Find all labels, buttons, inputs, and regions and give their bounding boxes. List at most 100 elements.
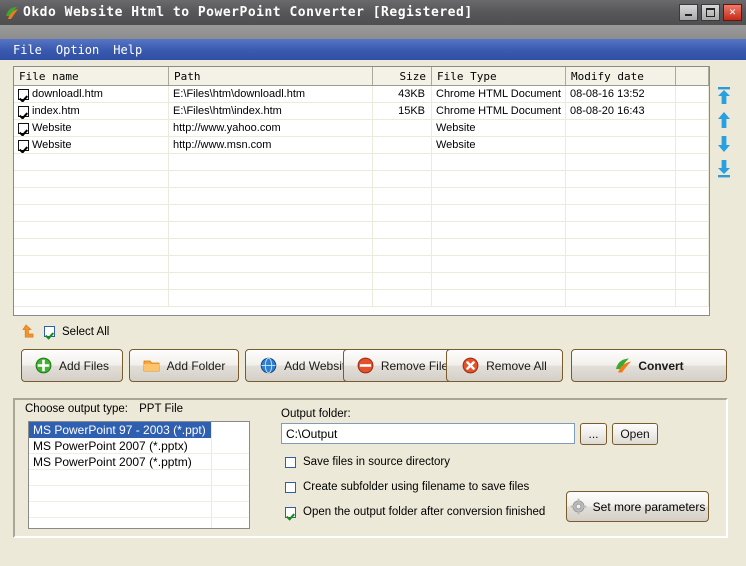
cell-modify-date [566,154,676,170]
table-row-empty[interactable] [14,273,709,290]
order-buttons [713,84,737,180]
cell-modify-date: 08-08-20 16:43 [566,103,676,119]
table-row-empty[interactable] [14,256,709,273]
cell-extra [676,137,709,153]
save-in-source-checkbox[interactable] [285,456,296,468]
open-folder-button[interactable]: Open [612,423,658,445]
table-row-empty[interactable] [14,188,709,205]
remove-file-button[interactable]: Remove File [343,349,462,382]
table-row-empty[interactable] [14,171,709,188]
cell-file-name [14,188,169,204]
option-open-output-row[interactable]: Open the output folder after conversion … [285,506,545,518]
cell-extra [676,256,709,272]
option-save-in-source-row[interactable]: Save files in source directory [285,456,450,468]
cell-file-name-text: Website [32,122,72,134]
output-folder-input[interactable] [281,423,575,444]
column-header-size[interactable]: Size [373,67,432,85]
table-row-empty[interactable] [14,239,709,256]
browse-folder-button[interactable]: ... [580,423,607,445]
cell-path: E:\Files\htm\downloadl.htm [169,86,373,102]
cell-modify-date [566,290,676,306]
red-minus-icon [357,357,374,374]
row-checkbox[interactable] [18,105,29,117]
file-list-body: downloadl.htm E:\Files\htm\downloadl.htm 4… [14,86,709,307]
select-all-label: Select All [62,325,110,338]
arrow-to-bottom-icon [718,160,730,178]
file-list[interactable]: File name Path Size File Type Modify dat… [13,66,710,316]
file-list-header: File name Path Size File Type Modify dat… [14,67,709,86]
table-row[interactable]: downloadl.htm E:\Files\htm\downloadl.htm 4… [14,86,709,103]
minimize-button[interactable] [679,4,698,21]
cell-path [169,171,373,187]
convert-swoosh-icon [614,357,632,374]
menu-item-help[interactable]: Help [106,42,149,58]
cell-size [373,222,432,238]
remove-all-label: Remove All [486,358,547,373]
create-subfolder-label: Create subfolder using filename to save … [303,481,530,493]
cell-file-name-text: index.htm [32,105,80,117]
set-more-parameters-button[interactable]: Set more parameters [566,491,709,522]
select-all-row: Select All [20,324,109,339]
output-type-rows: MS PowerPoint 97 - 2003 (*.ppt) MS PowerP… [29,422,249,528]
cell-modify-date [566,188,676,204]
arrow-up-icon [718,112,730,128]
table-row-empty[interactable] [14,222,709,239]
save-in-source-label: Save files in source directory [303,456,451,468]
close-icon: ✕ [728,7,737,17]
red-cross-icon [462,357,479,374]
table-row-empty[interactable] [14,290,709,307]
arrow-to-top-icon [718,87,730,104]
add-folder-button[interactable]: Add Folder [129,349,239,382]
remove-all-button[interactable]: Remove All [446,349,563,382]
cell-path: http://www.yahoo.com [169,120,373,136]
option-create-subfolder-row[interactable]: Create subfolder using filename to save … [285,481,529,493]
cell-size [373,154,432,170]
move-to-top-button[interactable] [713,84,735,108]
output-folder-label: Output folder: [281,408,351,420]
output-type-item[interactable]: MS PowerPoint 97 - 2003 (*.ppt) [29,422,211,438]
minimize-icon [685,14,692,16]
column-header-modify-date[interactable]: Modify date [566,67,676,85]
column-header-file-name[interactable]: File name [14,67,169,85]
cell-path [169,256,373,272]
row-checkbox[interactable] [18,88,29,100]
table-row[interactable]: Website http://www.yahoo.com Website [14,120,709,137]
add-files-label: Add Files [58,358,110,373]
output-type-item[interactable]: MS PowerPoint 2007 (*.pptx) [29,438,249,454]
move-up-button[interactable] [713,108,735,132]
cell-path [169,239,373,255]
convert-button[interactable]: Convert [571,349,727,382]
output-type-list[interactable]: MS PowerPoint 97 - 2003 (*.ppt) MS PowerP… [28,421,250,529]
arrow-down-icon [718,136,730,152]
move-down-button[interactable] [713,132,735,156]
create-subfolder-checkbox[interactable] [285,481,296,493]
cell-file-type [432,154,566,170]
window-title: Okdo Website Html to PowerPoint Converte… [23,5,473,20]
row-checkbox[interactable] [18,122,29,134]
maximize-button[interactable] [701,4,720,21]
column-header-file-type[interactable]: File Type [432,67,566,85]
cell-extra [676,239,709,255]
table-row[interactable]: index.htm E:\Files\htm\index.htm 15KB Chrom… [14,103,709,120]
column-header-path[interactable]: Path [169,67,373,85]
menu-item-option[interactable]: Option [49,42,106,58]
row-checkbox[interactable] [18,139,29,151]
table-row[interactable]: Website http://www.msn.com Website [14,137,709,154]
close-button[interactable]: ✕ [723,4,742,21]
app-swoosh-icon [4,5,20,21]
cell-file-name [14,256,169,272]
cell-file-type [432,222,566,238]
cell-extra [676,154,709,170]
cell-extra [676,290,709,306]
select-all-checkbox[interactable] [44,326,55,337]
table-row-empty[interactable] [14,205,709,222]
output-type-item[interactable]: MS PowerPoint 2007 (*.pptm) [29,454,249,470]
menu-item-file[interactable]: File [6,42,49,58]
column-header-extra[interactable] [676,67,709,85]
move-to-bottom-button[interactable] [713,156,735,180]
cell-file-type [432,188,566,204]
add-files-button[interactable]: Add Files [21,349,123,382]
table-row-empty[interactable] [14,154,709,171]
title-bar-shadow [0,25,746,39]
open-output-checkbox[interactable] [285,506,296,518]
